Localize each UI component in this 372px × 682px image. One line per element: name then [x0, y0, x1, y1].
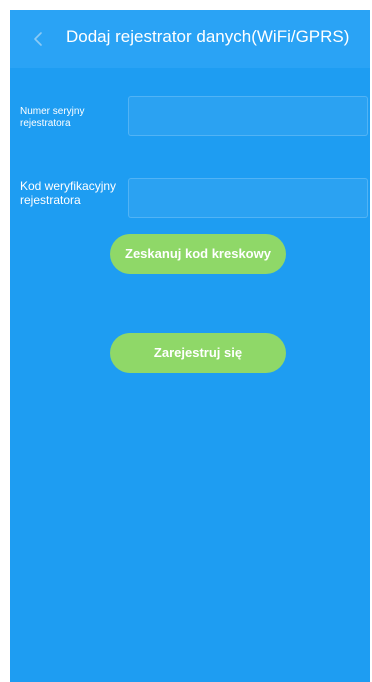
- serial-number-input[interactable]: [128, 96, 368, 136]
- verification-code-label: Kod weryfikacyjny rejestratora: [20, 180, 117, 207]
- app-header: Dodaj rejestrator danych(WiFi/GPRS): [10, 10, 370, 68]
- back-button[interactable]: [26, 24, 56, 54]
- page-title: Dodaj rejestrator danych(WiFi/GPRS): [66, 27, 350, 46]
- app-screen: Dodaj rejestrator danych(WiFi/GPRS) Nume…: [10, 10, 370, 682]
- verification-code-input[interactable]: [128, 178, 368, 218]
- register-button[interactable]: Zarejestruj się: [110, 333, 286, 373]
- serial-number-label: Numer seryjny rejestratora: [20, 106, 85, 129]
- scan-barcode-button[interactable]: Zeskanuj kod kreskowy: [110, 234, 286, 274]
- chevron-left-icon: [26, 24, 56, 54]
